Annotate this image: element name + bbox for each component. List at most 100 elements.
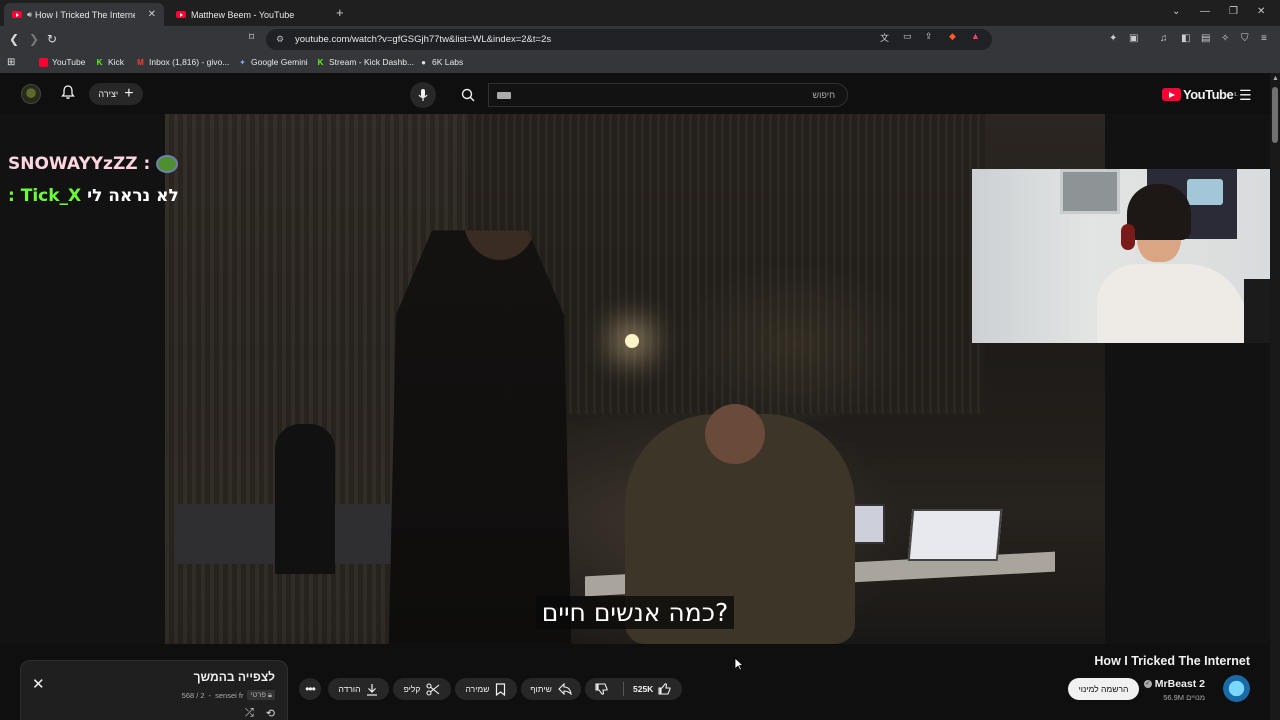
6k-icon: ● [421,57,426,67]
private-badge: פרטי 🔒︎ [247,690,275,700]
leo-ai-icon[interactable]: ✧ [1221,33,1229,44]
youtube-header: יצירה + חיפוש YouTube IL ☰ [0,73,1270,114]
webcam-streamer [1097,184,1247,343]
youtube-favicon-icon [176,11,186,18]
playlist-panel: ✕ לצפייה בהמשך 568 / 2 - sensei fr פרטי … [20,660,288,720]
video-scene-laptop [907,509,1003,561]
new-tab-button[interactable]: + [336,5,344,20]
gemini-icon: ✦ [239,57,246,67]
plus-icon: + [124,85,134,102]
extensions-icon[interactable]: ✦ [1109,33,1117,44]
webcam-headset [1121,224,1135,250]
thumbs-up-icon [658,683,671,695]
tab-search-chevron-icon[interactable]: ⌄ [1172,6,1180,17]
back-button[interactable]: ❮ [9,32,19,46]
bookmark-youtube[interactable]: YouTube [39,57,85,67]
reload-button[interactable]: ↻ [47,32,57,46]
brave-rewards-icon[interactable]: ▲ [971,31,980,41]
tab-how-i-tricked[interactable]: 🔊︎ How I Tricked The Internet - Y ✕ [4,3,164,26]
browser-menu-icon[interactable]: ≡ [1261,33,1267,44]
playlist-meta: 568 / 2 - sensei fr פרטי 🔒︎ [182,690,275,700]
tab-close-icon[interactable]: ✕ [148,9,156,20]
streamer-webcam [972,169,1270,343]
voice-search-button[interactable] [410,82,436,108]
download-icon [367,683,378,696]
verified-check-icon: ✓ [1143,680,1152,688]
bookmark-gemini[interactable]: ✦ Google Gemini [238,57,308,67]
bookmark-6k-labs[interactable]: ● 6K Labs [419,57,463,67]
webcam-shirt [1097,264,1247,343]
bookmark-kick-dashboard[interactable]: K Stream - Kick Dashb... [316,57,414,67]
like-separator [623,682,624,696]
bookmark-page-icon[interactable]: ⌑ [249,32,254,43]
search-input[interactable]: חיפוש [488,83,848,107]
brave-shield-icon[interactable]: ◆ [949,31,956,42]
create-button[interactable]: יצירה + [89,83,143,105]
scissors-icon [426,682,440,696]
forward-button[interactable]: ❯ [29,32,39,46]
loop-icon[interactable]: ⟲ [266,707,275,720]
subscribe-button[interactable]: הרשמה למינוי [1068,678,1139,700]
bookmark-gmail[interactable]: M Inbox (1,816) - givo... [136,57,229,67]
close-window-button[interactable]: ✕ [1257,6,1265,17]
page-scrollbar[interactable]: ▲ [1270,73,1280,720]
microphone-icon [418,89,428,101]
separator-text: - [208,690,212,700]
tab-matthew-beem[interactable]: Matthew Beem - YouTube [168,3,328,26]
apps-grid-icon[interactable]: ⊞ [7,57,15,68]
save-button[interactable]: שמירה [455,678,517,700]
tab-title: Matthew Beem - YouTube [191,9,295,20]
more-actions-button[interactable]: ••• [299,678,321,700]
tab-title: How I Tricked The Internet - Y [35,9,135,20]
webcam-chair [1244,279,1270,343]
wallet-icon[interactable]: ▤ [1201,33,1210,44]
vpn-icon[interactable]: ⛉ [1241,33,1249,44]
reading-list-icon[interactable]: ◧ [1181,33,1190,44]
clip-button[interactable]: קליפ [393,678,451,700]
youtube-play-icon [1162,88,1181,101]
account-avatar[interactable] [21,84,41,104]
lock-icon: 🔒︎ [268,690,272,699]
video-player[interactable]: כמה אנשים חיים? SNOWAYYzZZ : : Tick_X לא… [0,114,1270,644]
like-dislike-group: 525K [585,678,682,700]
bookmarks-bar: ⊞ YouTube K Kick M Inbox (1,816) - givo...… [0,53,1280,73]
site-settings-icon[interactable]: ⚙︎ [276,29,284,50]
guide-menu-icon[interactable]: ☰ [1239,87,1252,104]
minimize-button[interactable]: — [1200,6,1210,17]
maximize-button[interactable]: ❐ [1229,6,1238,17]
stream-chat-overlay: SNOWAYYzZZ : : Tick_X לא נראה לי [8,154,179,218]
video-scene-lamp [625,334,639,348]
channel-name[interactable]: ✓ MrBeast 2 [1143,678,1205,690]
kick-icon: K [96,57,103,67]
scroll-up-icon[interactable]: ▲ [1272,75,1279,82]
notifications-bell-icon[interactable] [61,85,75,103]
like-button[interactable]: 525K [633,678,672,700]
download-button[interactable]: הורדה [328,678,389,700]
media-icon[interactable]: ♫ [1160,33,1168,44]
playlist-close-icon[interactable]: ✕ [32,675,45,693]
speaker-icon: 🔊︎ [27,9,33,19]
scrollbar-thumb[interactable] [1272,87,1278,143]
dislike-button[interactable] [595,682,609,701]
pepe-emote-icon [156,155,179,173]
search-icon [461,88,475,102]
video-scene-head [705,404,765,464]
video-info-area: How I Tricked The Internet ✓ MrBeast 2 5… [0,644,1270,720]
bookmark-icon [496,682,506,696]
webcam-hair [1127,184,1191,240]
youtube-favicon-icon [12,11,22,18]
shuffle-icon[interactable]: ⤮ [245,707,254,720]
channel-avatar[interactable] [1223,675,1250,702]
youtube-logo[interactable]: YouTube IL [1162,87,1238,102]
video-frame[interactable]: כמה אנשים חיים? [165,114,1105,644]
search-button[interactable] [449,82,487,108]
playlist-title[interactable]: לצפייה בהמשך [194,670,275,684]
cast-icon[interactable]: ▭ [903,31,912,42]
sidebar-icon[interactable]: ▣ [1129,33,1138,44]
keyboard-icon[interactable] [497,92,511,99]
share-button[interactable]: שיתוף [521,678,581,700]
kick-icon: K [317,57,324,67]
share-page-icon[interactable]: ⇪ [925,31,933,42]
translate-icon[interactable]: 文 [880,31,889,44]
bookmark-kick[interactable]: K Kick [95,57,124,67]
